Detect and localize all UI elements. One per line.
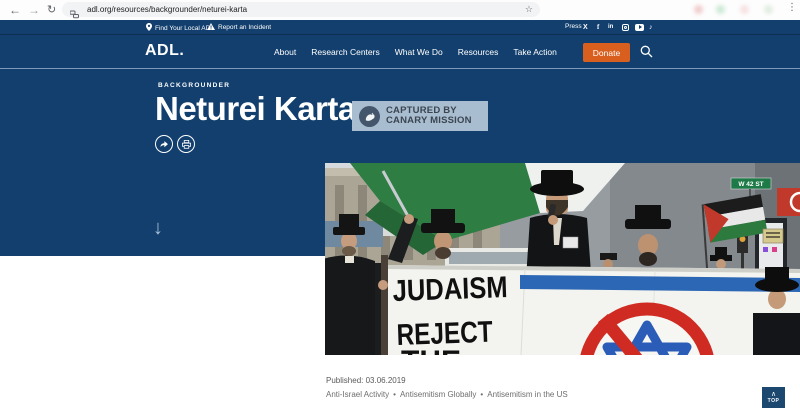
tag-separator: •: [480, 390, 484, 399]
x-twitter-icon[interactable]: X: [583, 23, 588, 32]
badge-line2: CANARY MISSION: [386, 115, 472, 126]
bookmark-icon[interactable]: ☆: [525, 4, 533, 15]
article-hero-image: W 42 ST JUDAISM REJECT: [325, 163, 800, 355]
share-actions: [155, 135, 195, 153]
extension-icon[interactable]: [740, 5, 749, 14]
warning-triangle-icon: [207, 23, 215, 32]
nav-item-research-centers[interactable]: Research Centers: [311, 47, 380, 57]
page-title: Neturei Karta: [155, 90, 356, 127]
street-sign-text: W 42 ST: [738, 181, 763, 188]
canary-bird-icon: [359, 105, 380, 127]
back-to-top-button[interactable]: ∧ TOP: [762, 387, 785, 408]
banner-pole: [381, 255, 388, 355]
press-text: Press: [565, 23, 582, 30]
protest-photo: W 42 ST JUDAISM REJECT: [325, 163, 800, 355]
nav-item-take-action[interactable]: Take Action: [513, 47, 556, 57]
report-incident-link[interactable]: Report an Incident: [207, 23, 271, 32]
report-incident-label: Report an Incident: [218, 24, 272, 31]
nav-item-resources[interactable]: Resources: [458, 47, 499, 57]
canary-badge-text: CAPTURED BY CANARY MISSION: [386, 105, 472, 127]
back-to-top-label: TOP: [767, 397, 780, 404]
adl-logo[interactable]: ADL.: [145, 42, 184, 60]
browser-menu-icon[interactable]: ⋮: [787, 2, 797, 13]
tag-antisemitism-globally[interactable]: Antisemitism Globally: [400, 390, 476, 399]
browser-window: ← → ↻ adl.org/resources/backgrounder/net…: [0, 0, 800, 408]
extension-icon[interactable]: [764, 5, 773, 14]
article-type-eyebrow: BACKGROUNDER: [158, 82, 231, 89]
utility-bar: Find Your Local ADL Report an Incident P…: [0, 20, 800, 34]
tag-anti-israel-activity[interactable]: Anti-Israel Activity: [326, 390, 389, 399]
print-button[interactable]: [177, 135, 195, 153]
share-button[interactable]: [155, 135, 173, 153]
nav-links: About Research Centers What We Do Resour…: [274, 35, 557, 69]
find-local-adl-label: Find Your Local ADL: [155, 24, 214, 32]
donate-button[interactable]: Donate: [583, 43, 630, 62]
tag-antisemitism-in-us[interactable]: Antisemitism in the US: [487, 390, 567, 399]
scroll-down-arrow[interactable]: ↓: [153, 217, 163, 240]
tag-separator: •: [393, 390, 396, 399]
browser-reload-icon[interactable]: ↻: [47, 1, 56, 19]
tiktok-icon[interactable]: ♪: [649, 23, 653, 32]
address-bar[interactable]: adl.org/resources/backgrounder/neturei-k…: [62, 2, 540, 18]
instagram-icon[interactable]: [622, 23, 629, 31]
extension-icon[interactable]: [716, 5, 725, 14]
canary-mission-badge[interactable]: CAPTURED BY CANARY MISSION: [352, 101, 488, 131]
browser-forward-icon[interactable]: →: [28, 1, 40, 19]
search-icon[interactable]: [640, 45, 653, 63]
youtube-icon[interactable]: [635, 24, 644, 31]
find-local-adl-link[interactable]: Find Your Local ADL: [146, 23, 214, 33]
browser-back-icon[interactable]: ←: [9, 1, 21, 19]
published-date: Published: 03.06.2019: [326, 376, 406, 385]
banner-text-line3: THE: [401, 345, 461, 355]
topic-tags: Anti-Israel Activity • Antisemitism Glob…: [326, 390, 568, 399]
extension-icon[interactable]: [694, 5, 703, 14]
main-nav: ADL. About Research Centers What We Do R…: [0, 34, 800, 68]
facebook-icon[interactable]: f: [597, 23, 599, 32]
nav-item-about[interactable]: About: [274, 47, 296, 57]
press-label: Press: [565, 23, 582, 30]
browser-toolbar: ← → ↻ adl.org/resources/backgrounder/net…: [0, 0, 800, 20]
nav-item-what-we-do[interactable]: What We Do: [395, 47, 443, 57]
linkedin-icon[interactable]: in: [608, 23, 613, 32]
banner-text-line1: JUDAISM: [392, 271, 508, 308]
location-pin-icon: [146, 23, 152, 33]
protest-banner: JUDAISM REJECT THE: [385, 265, 800, 355]
url-text[interactable]: adl.org/resources/backgrounder/neturei-k…: [87, 5, 247, 14]
